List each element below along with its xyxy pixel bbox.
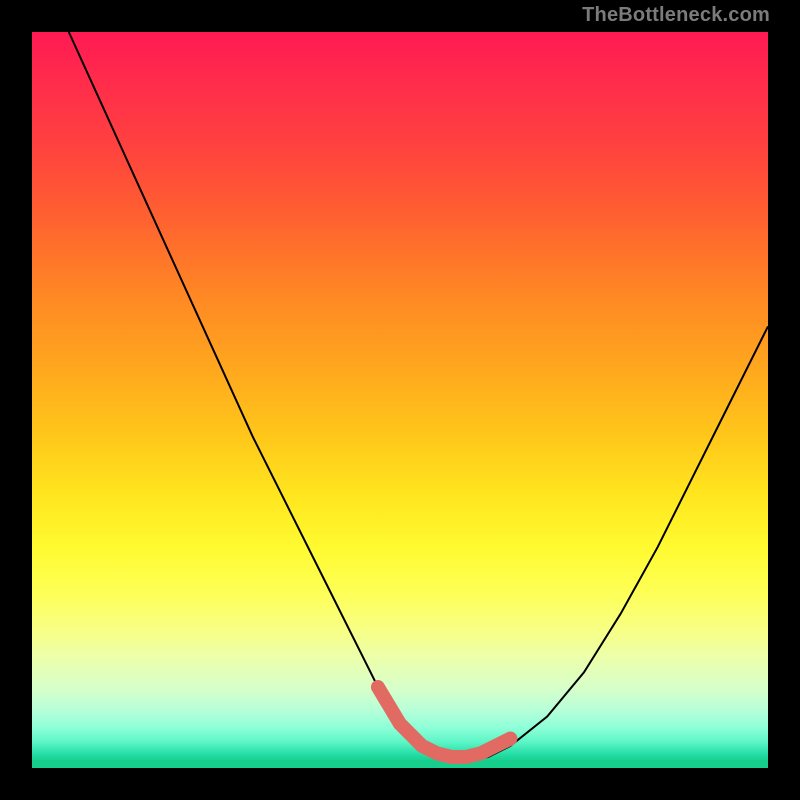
watermark-text: TheBottleneck.com [582, 4, 770, 27]
chart-svg [32, 32, 768, 768]
optimal-range-highlight [378, 687, 510, 757]
bottleneck-curve-path [69, 32, 768, 761]
chart-container: TheBottleneck.com [0, 0, 800, 800]
plot-area [32, 32, 768, 768]
